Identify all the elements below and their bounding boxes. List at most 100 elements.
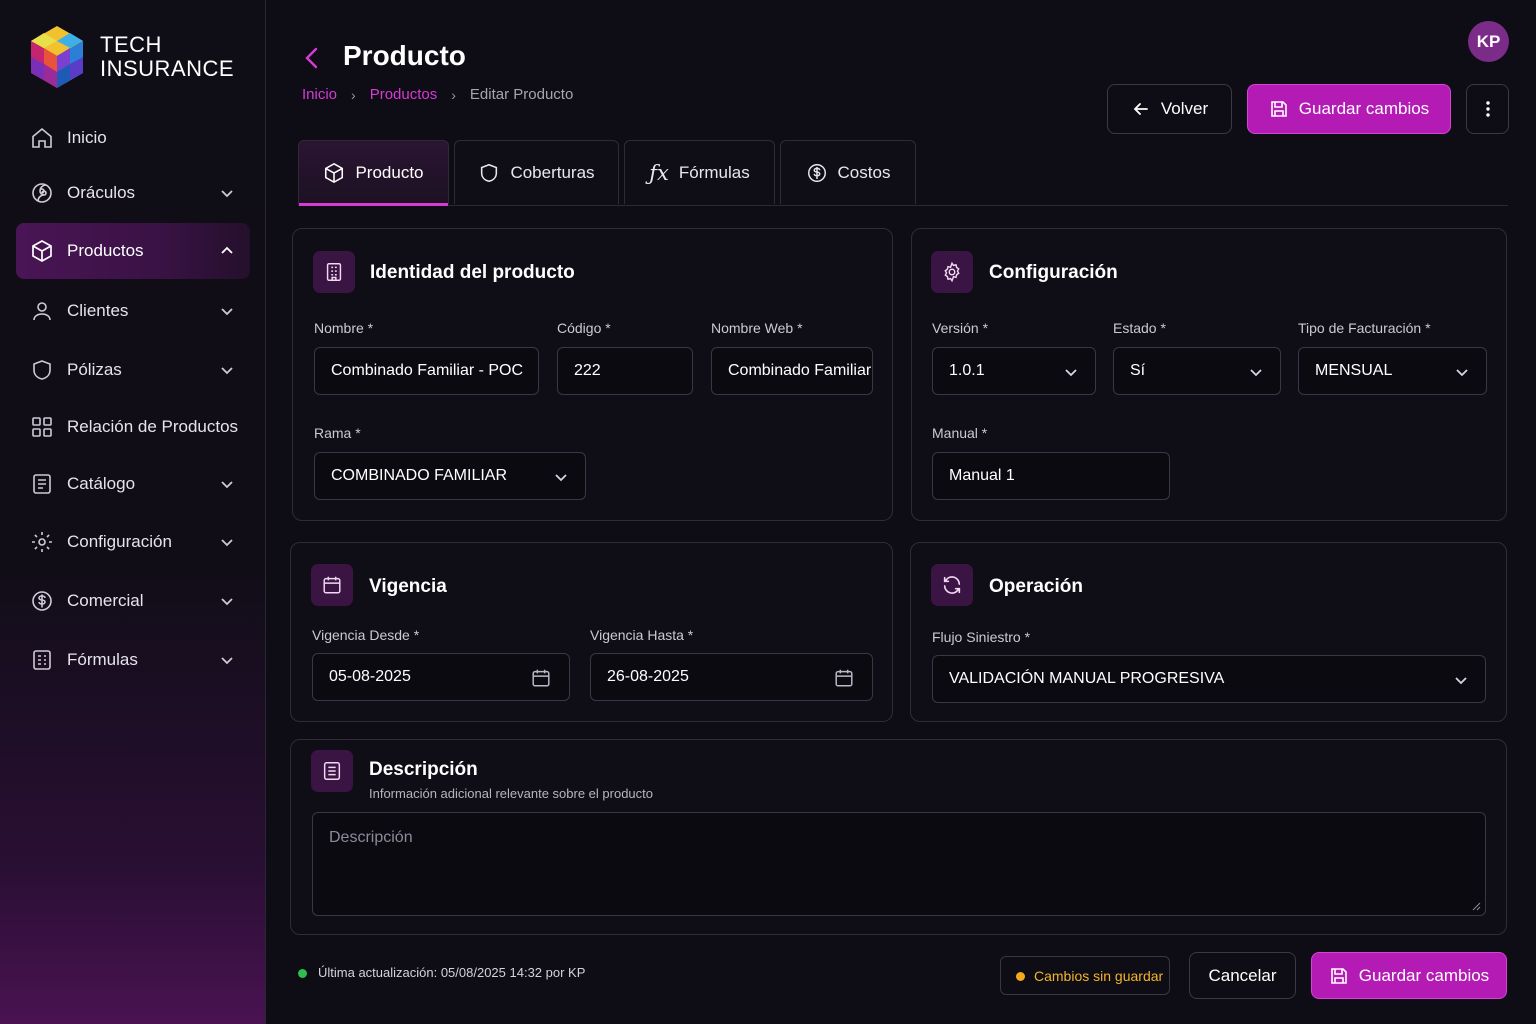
descripcion-card: Descripción Información adicional releva… [290, 739, 1507, 935]
vigencia-desde-input[interactable]: 05-08-2025 [312, 653, 570, 701]
calendar-icon[interactable] [833, 667, 855, 689]
vigencia-hasta-input[interactable]: 26-08-2025 [590, 653, 873, 701]
nombre-web-input[interactable]: Combinado Familiar [711, 347, 873, 395]
shield-icon [481, 163, 498, 182]
vigencia-title: Vigencia [369, 576, 447, 597]
chevron-up-icon[interactable] [218, 242, 236, 260]
flujo-siniestro-select[interactable]: VALIDACIÓN MANUAL PROGRESIVA [932, 655, 1486, 703]
facturacion-select[interactable]: MENSUAL [1298, 347, 1487, 395]
chevron-down-icon[interactable] [218, 302, 236, 320]
page-title: Producto [343, 40, 466, 71]
dollar-circle-icon [30, 589, 54, 613]
save-icon [1270, 101, 1287, 117]
tab-formulas[interactable]: ƒx Fórmulas [624, 140, 775, 204]
tab-producto[interactable]: Producto [298, 140, 449, 206]
save-button-label: Guardar cambios [1358, 965, 1490, 985]
descripcion-placeholder: Descripción [329, 829, 413, 846]
tab-label: Fórmulas [678, 162, 750, 182]
nombre-web-label: Nombre Web * [711, 320, 803, 336]
function-icon: ƒx [649, 160, 669, 185]
chevron-down-icon[interactable] [218, 533, 236, 551]
facturacion-select-value: MENSUAL [1315, 362, 1393, 379]
sidebar-item-productos[interactable]: Productos [16, 223, 250, 279]
sidebar-item-inicio[interactable]: Inicio [16, 110, 250, 166]
version-label: Versión * [932, 320, 989, 336]
sidebar-item-catalogo[interactable]: Catálogo [16, 456, 250, 512]
save-button-label: Guardar cambios [1298, 99, 1430, 118]
manual-input[interactable]: Manual 1 [932, 452, 1170, 500]
vigencia-hasta-value: 26-08-2025 [607, 668, 689, 685]
sidebar-item-comercial[interactable]: Comercial [16, 573, 250, 629]
brand-line-1: TECH [100, 32, 162, 57]
refresh-icon [931, 564, 973, 606]
more-options-button[interactable] [1466, 84, 1509, 134]
unsaved-label: Cambios sin guardar [1034, 967, 1164, 984]
tab-label: Costos [837, 162, 891, 182]
calendar-icon[interactable] [530, 667, 552, 689]
nombre-input[interactable]: Combinado Familiar - POC [314, 347, 539, 395]
sidebar-item-formulas[interactable]: Fórmulas [16, 632, 250, 688]
flujo-siniestro-value: VALIDACIÓN MANUAL PROGRESIVA [949, 670, 1225, 687]
operacion-title: Operación [989, 576, 1083, 597]
brand[interactable]: TECH INSURANCE [28, 24, 234, 90]
descripcion-textarea[interactable]: Descripción [312, 812, 1486, 916]
more-vertical-icon [1485, 101, 1490, 117]
tab-costos[interactable]: Costos [780, 140, 916, 204]
document-icon [30, 472, 54, 496]
operacion-card: Operación Flujo Siniestro * VALIDACIÓN M… [910, 542, 1507, 722]
cancel-button[interactable]: Cancelar [1189, 952, 1296, 999]
nombre-label: Nombre * [314, 320, 374, 336]
tab-coberturas[interactable]: Coberturas [454, 140, 619, 204]
arrow-left-icon [1133, 103, 1148, 115]
resize-handle-icon[interactable] [1471, 901, 1481, 911]
chevron-down-icon [555, 474, 567, 482]
last-update-text: Última actualización: 05/08/2025 14:32 p… [318, 965, 586, 980]
sidebar-item-oraculos[interactable]: Oráculos [16, 165, 250, 221]
vigencia-card: Vigencia Vigencia Desde * 05-08-2025 Vig… [290, 542, 893, 722]
breadcrumb-section-link[interactable]: Productos [370, 86, 438, 103]
breadcrumb-home-link[interactable]: Inicio [302, 86, 337, 103]
sidebar-item-label: Fórmulas [67, 650, 138, 669]
breadcrumb-current: Editar Producto [469, 86, 574, 103]
box-icon [30, 239, 54, 263]
flujo-siniestro-label: Flujo Siniestro * [932, 629, 1031, 645]
spiral-icon [30, 181, 54, 205]
chevron-down-icon[interactable] [218, 361, 236, 379]
estado-select[interactable]: Sí [1113, 347, 1281, 395]
identity-card: Identidad del producto Nombre * Combinad… [292, 228, 893, 521]
back-button[interactable]: Volver [1107, 84, 1232, 134]
tab-label: Producto [355, 162, 424, 182]
sidebar-item-relacion-productos[interactable]: Relación de Productos [16, 399, 250, 455]
sidebar-item-label: Inicio [67, 128, 107, 147]
sidebar-item-label: Catálogo [67, 474, 136, 493]
version-select[interactable]: 1.0.1 [932, 347, 1096, 395]
config-title: Configuración [989, 262, 1118, 283]
save-button-top[interactable]: Guardar cambios [1247, 84, 1451, 134]
chevron-down-icon[interactable] [218, 651, 236, 669]
sidebar: TECH INSURANCE Inicio Oráculos Productos [0, 0, 266, 1024]
rama-label: Rama * [314, 425, 361, 441]
chevron-down-icon[interactable] [218, 475, 236, 493]
shield-icon [30, 358, 54, 382]
descripcion-title: Descripción [369, 759, 478, 780]
sidebar-item-polizas[interactable]: Pólizas [16, 342, 250, 398]
logo-icon [31, 26, 83, 88]
sidebar-item-label: Pólizas [67, 360, 122, 379]
sidebar-item-label: Comercial [67, 591, 144, 610]
sidebar-item-label: Clientes [67, 301, 129, 320]
unsaved-badge: Cambios sin guardar [1000, 956, 1170, 995]
save-button-bottom[interactable]: Guardar cambios [1311, 952, 1507, 999]
rama-select[interactable]: COMBINADO FAMILIAR [314, 452, 586, 500]
home-icon [30, 126, 54, 150]
sidebar-item-clientes[interactable]: Clientes [16, 283, 250, 339]
chevron-down-icon[interactable] [218, 184, 236, 202]
chevron-down-icon [1065, 369, 1077, 377]
codigo-input[interactable]: 222 [557, 347, 693, 395]
avatar[interactable]: KP [1468, 21, 1509, 62]
sidebar-item-configuracion[interactable]: Configuración [16, 514, 250, 570]
save-icon [1330, 967, 1347, 984]
chevron-down-icon[interactable] [218, 592, 236, 610]
version-select-value: 1.0.1 [949, 362, 985, 379]
back-arrow-icon[interactable] [300, 44, 324, 72]
sidebar-item-label: Configuración [67, 532, 172, 551]
